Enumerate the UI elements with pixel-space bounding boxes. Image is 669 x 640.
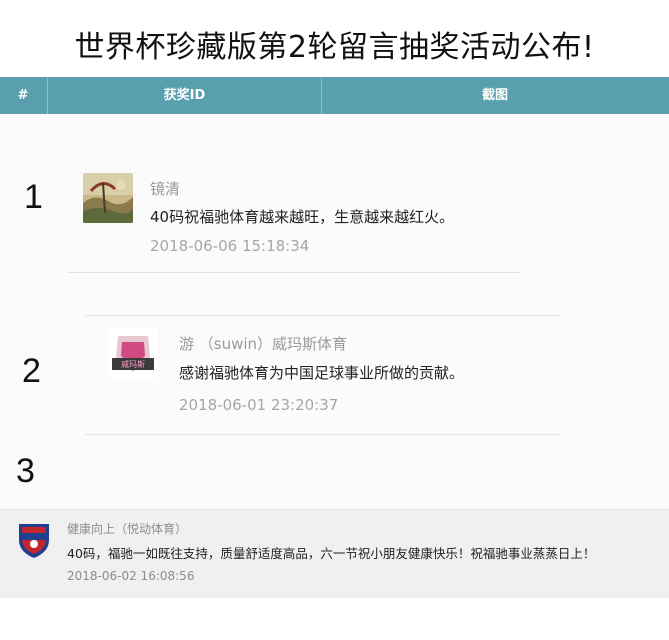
row-divider — [85, 434, 560, 435]
comment-time: 2018-06-02 16:08:56 — [67, 569, 195, 583]
header-winner-id: 获奖ID — [47, 77, 322, 114]
row-number-3: 3 — [16, 452, 35, 490]
page-title: 世界杯珍藏版第2轮留言抽奖活动公布! — [74, 30, 595, 65]
comment-time: 2018-06-01 23:20:37 — [179, 396, 339, 414]
comment-message: 感谢福驰体育为中国足球事业所做的贡献。 — [179, 364, 465, 382]
row-divider — [85, 315, 560, 316]
table-header: # 获奖ID 截图 — [0, 77, 669, 114]
comment-card-3: 健康向上（悦动体育） 40码，福驰一如既往支持，质量舒适度高品，六一节祝小朋友健… — [0, 509, 669, 598]
comment-message: 40码，福驰一如既往支持，质量舒适度高品，六一节祝小朋友健康快乐！祝福驰事业蒸蒸… — [67, 546, 596, 561]
row-number-2: 2 — [22, 352, 41, 390]
header-screenshot: 截图 — [481, 88, 508, 103]
comment-time: 2018-06-06 15:18:34 — [150, 237, 310, 255]
comment-message: 40码祝福驰体育越来越旺，生意越来越红火。 — [150, 208, 455, 226]
pink-logo-avatar-icon: 威玛斯 — [108, 328, 158, 378]
header-number: # — [17, 88, 29, 103]
row-divider — [68, 272, 520, 273]
shield-badge-avatar-icon — [13, 518, 55, 560]
landscape-painting-avatar-icon — [83, 173, 133, 223]
commenter-name: 游 （suwin）威玛斯体育 — [179, 335, 348, 353]
svg-text:威玛斯: 威玛斯 — [121, 359, 145, 369]
row-number-1: 1 — [24, 178, 43, 216]
commenter-name: 健康向上（悦动体育） — [67, 522, 188, 536]
commenter-name: 镜清 — [150, 180, 181, 198]
